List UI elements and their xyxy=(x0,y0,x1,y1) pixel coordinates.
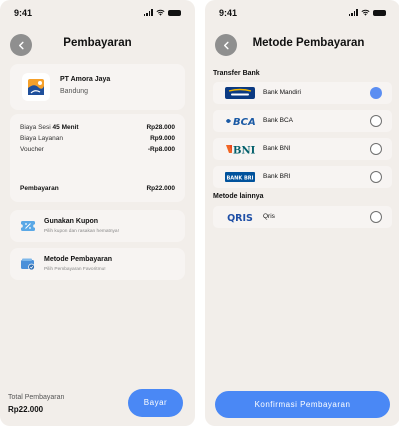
bank-option-bni[interactable]: BNI Bank BNI xyxy=(213,138,392,160)
detail-value: Rp9.000 xyxy=(150,135,175,142)
payment-option-qris[interactable]: QRIS Qris xyxy=(213,206,392,228)
qris-logo: QRIS xyxy=(227,213,253,223)
bank-name: Bank BCA xyxy=(263,117,293,124)
bni-logo: BNI xyxy=(226,145,255,156)
section-title-bank: Transfer Bank xyxy=(213,70,260,77)
status-bar: 9:41 xyxy=(14,8,181,20)
stage: 9:41 Pembayaran PT Amora Jaya Bandung Bi… xyxy=(0,0,399,426)
section-title-other: Metode lainnya xyxy=(213,193,264,200)
merchant-logo-icon xyxy=(28,79,44,95)
status-time: 9:41 xyxy=(14,8,33,18)
payment-screen: 9:41 Pembayaran PT Amora Jaya Bandung Bi… xyxy=(0,0,195,426)
method-subtitle: Pilih Pembayaran Favoritmu! xyxy=(44,267,106,272)
battery-icon xyxy=(168,9,181,16)
signal-icon xyxy=(348,9,358,16)
page-title: Metode Pembayaran xyxy=(252,37,365,49)
coupon-title: Gunakan Kupon xyxy=(44,218,99,225)
radio-selected[interactable] xyxy=(370,87,382,99)
bank-option-mandiri[interactable]: Bank Mandiri xyxy=(213,82,392,104)
coupon-option[interactable]: Gunakan Kupon Pilih kupon dan rasakan he… xyxy=(10,210,185,242)
bank-name: Bank BNI xyxy=(263,145,291,152)
qris-logo-text: QRIS xyxy=(227,213,253,223)
page-title: Pembayaran xyxy=(63,37,132,49)
bri-logo: BANK BRI xyxy=(225,172,255,182)
footer-total-label: Total Pembayaran xyxy=(8,394,65,401)
detail-label: Voucher xyxy=(20,146,44,153)
total-label: Pembayaran xyxy=(20,185,59,192)
payment-header: Pembayaran xyxy=(10,32,185,58)
detail-value: Rp28.000 xyxy=(146,124,175,131)
bri-logo-text: BANK BRI xyxy=(226,176,253,182)
wallet-icon xyxy=(21,258,35,271)
battery-icon xyxy=(373,9,386,16)
payment-detail-card: Biaya Sesi 45 Menit Rp28.000 Biaya Layan… xyxy=(10,114,185,202)
detail-label: Biaya Sesi xyxy=(20,124,53,131)
method-header: Metode Pembayaran xyxy=(215,32,390,58)
bca-logo: BCA xyxy=(226,117,255,127)
coupon-icon xyxy=(20,221,36,231)
bank-name: Bank Mandiri xyxy=(263,89,301,96)
system-icons xyxy=(143,9,181,16)
system-icons xyxy=(348,9,386,16)
mandiri-logo xyxy=(225,87,255,99)
confirm-payment-button[interactable]: Konfirmasi Pembayaran xyxy=(215,391,390,418)
detail-value: -Rp8.000 xyxy=(147,146,175,153)
total-value: Rp22.000 xyxy=(146,185,175,192)
payment-name: Qris xyxy=(263,213,275,220)
bank-name: Bank BRI xyxy=(263,173,291,180)
footer-total-amount: Rp22.000 xyxy=(8,405,44,414)
status-time: 9:41 xyxy=(219,8,238,18)
wifi-icon xyxy=(156,9,165,16)
payment-method-option[interactable]: Metode Pembayaran Pilih Pembayaran Favor… xyxy=(10,248,185,280)
pay-button[interactable]: Bayar xyxy=(128,389,183,417)
radio-unselected[interactable] xyxy=(370,115,382,127)
wifi-icon xyxy=(361,9,370,16)
bni-logo-text: BNI xyxy=(233,146,255,156)
signal-icon xyxy=(143,9,153,16)
status-bar: 9:41 xyxy=(219,8,386,20)
method-title: Metode Pembayaran xyxy=(44,256,113,263)
radio-unselected[interactable] xyxy=(370,143,382,155)
detail-label-bold: 45 Menit xyxy=(52,124,79,131)
detail-label: Biaya Layanan xyxy=(20,135,64,142)
bca-logo-text: BCA xyxy=(233,117,255,127)
radio-unselected[interactable] xyxy=(370,171,382,183)
radio-unselected[interactable] xyxy=(370,211,382,223)
bank-option-bri[interactable]: BANK BRI Bank BRI xyxy=(213,166,392,188)
payment-method-screen: 9:41 Metode Pembayaran Transfer Bank Ban… xyxy=(205,0,399,426)
coupon-subtitle: Pilih kupon dan rasakan hematnya! xyxy=(44,229,119,234)
merchant-logo xyxy=(22,73,50,101)
bank-option-bca[interactable]: BCA Bank BCA xyxy=(213,110,392,132)
merchant-card: PT Amora Jaya Bandung xyxy=(10,64,185,110)
merchant-city: Bandung xyxy=(60,88,89,95)
merchant-name: PT Amora Jaya xyxy=(60,76,111,83)
